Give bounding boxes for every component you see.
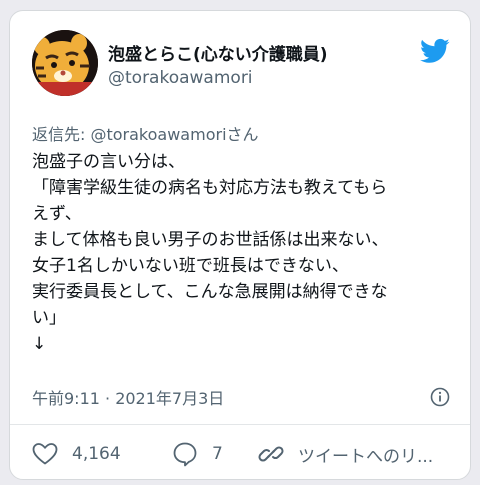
avatar[interactable] [32,30,98,96]
reply-bubble-icon [173,442,197,467]
tweet-text-line: ↓ [32,334,47,354]
reply-button[interactable]: 7 [172,439,223,469]
info-icon[interactable] [430,387,450,407]
tiger-avatar-icon [32,30,98,96]
reply-to-suffix: さん [226,125,259,144]
tweet-actions: 4,164 7 ツイートへのリ... [32,439,452,469]
reply-to-handle[interactable]: @torakoawamori [90,125,226,144]
link-icon [258,446,284,462]
user-handle[interactable]: @torakoawamori [108,68,253,88]
tweet-timestamp[interactable]: 午前9:11 · 2021年7月3日 [32,385,224,409]
reply-to-line: 返信先: @torakoawamoriさん [32,121,259,145]
tweet-text-line: 実行委員長として、こんな急展開は納得できな [32,282,388,302]
tweet-header: 泡盛とらこ(心ない介護職員) @torakoawamori [32,30,452,100]
display-name[interactable]: 泡盛とらこ(心ない介護職員) [108,40,328,65]
tweet-text-line: まして体格も良い男子のお世話係は出来ない、 [32,230,389,250]
like-button[interactable]: 4,164 [32,439,121,469]
tweet-text-line: 泡盛子の言い分は、 [32,152,185,172]
twitter-bird-icon[interactable] [418,36,452,66]
tweet-text-line: 女子1名しかいない班で班長はできない、 [32,256,349,276]
heart-icon [32,443,58,465]
like-count: 4,164 [72,444,121,464]
copy-link-button[interactable]: ツイートへのリ... [258,439,433,469]
tweet-text: 泡盛子の言い分は、「障害学級生徒の病名も対応方法も教えてもら えず、まして体格も良… [32,149,452,357]
tweet-card: 泡盛とらこ(心ない介護職員) @torakoawamori 返信先: @tora… [9,10,471,480]
tweet-text-line: 「障害学級生徒の病名も対応方法も教えてもら [32,178,388,198]
tweet-text-line: い」 [32,308,66,328]
divider [10,424,470,425]
reply-to-prefix: 返信先: [32,125,91,144]
reply-count: 7 [212,444,223,464]
tweet-text-line: えず、 [32,204,82,224]
copy-link-label: ツイートへのリ... [298,446,434,467]
